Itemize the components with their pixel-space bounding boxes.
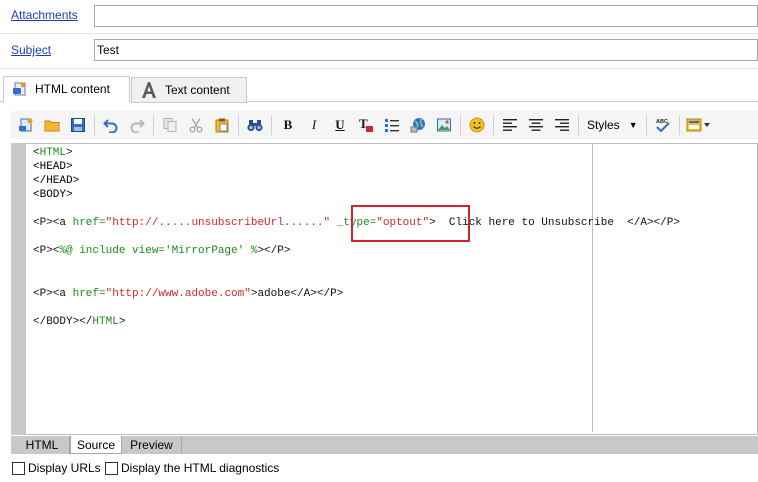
code-token: %@ include view='MirrorPage' % [59, 245, 258, 257]
optout-highlight-box [351, 205, 470, 242]
view-tab-preview[interactable]: Preview [122, 436, 182, 454]
save-icon[interactable] [67, 114, 89, 136]
subject-field[interactable]: Test [94, 39, 758, 61]
code-token: > [118, 316, 126, 328]
code-token: href= [72, 288, 106, 300]
subject-link[interactable]: Subject [11, 43, 51, 57]
code-token: href= [72, 217, 106, 229]
tab-label: Text content [165, 83, 230, 97]
toolbar-separator [645, 115, 647, 135]
code-line-adobe-link: <P><a href="http://www.adobe.com">adobe<… [33, 287, 343, 301]
toolbar-separator [678, 115, 680, 135]
letter-a-icon [140, 81, 158, 99]
divider [0, 33, 758, 34]
tab-label: HTML content [35, 82, 110, 96]
bullet-list-icon[interactable] [381, 114, 403, 136]
align-right-icon[interactable] [551, 114, 573, 136]
underline-button[interactable]: U [329, 114, 351, 136]
editor-split-divider[interactable] [592, 143, 593, 432]
insert-smiley-icon[interactable] [466, 114, 488, 136]
code-line: </HEAD> [33, 175, 80, 187]
toolbar-separator [153, 115, 154, 135]
view-tab-source[interactable]: Source [70, 436, 122, 454]
insert-block-dropdown-icon[interactable] [685, 114, 713, 136]
code-token: <P>< [33, 245, 60, 257]
code-token: "http://.....unsubscribeUrl......" [105, 217, 331, 229]
copy-icon[interactable] [159, 114, 181, 136]
align-center-icon[interactable] [525, 114, 547, 136]
tab-html-content[interactable]: HTML content [3, 76, 130, 102]
toolbar-separator [271, 115, 272, 135]
styles-dropdown[interactable]: Styles ▼ [584, 115, 641, 135]
code-token: ></P> [257, 245, 291, 257]
align-left-icon[interactable] [499, 114, 521, 136]
code-line: <BODY> [33, 189, 73, 201]
text-color-icon[interactable]: T [355, 114, 377, 136]
display-diagnostics-label: Display the HTML diagnostics [121, 461, 280, 475]
new-from-template-icon[interactable] [15, 114, 37, 136]
toolbar-separator [460, 115, 461, 135]
undo-icon[interactable] [100, 114, 122, 136]
cut-icon[interactable] [185, 114, 207, 136]
toolbar-separator [238, 115, 239, 135]
open-folder-icon[interactable] [41, 114, 63, 136]
toolbar-separator [493, 115, 494, 135]
find-binoculars-icon[interactable] [244, 114, 266, 136]
redo-icon[interactable] [126, 114, 148, 136]
chevron-down-icon: ▼ [628, 120, 638, 130]
editor-gutter [11, 143, 26, 435]
italic-button[interactable]: I [303, 114, 325, 136]
insert-link-globe-icon[interactable] [407, 114, 429, 136]
editor-toolbar: B I U T Styles ▼ ABC [11, 111, 758, 139]
toolbar-separator [94, 115, 95, 135]
divider [0, 68, 758, 69]
code-line-mirror-page: <P><%@ include view='MirrorPage' %></P> [33, 244, 290, 258]
spellcheck-icon[interactable]: ABC [652, 114, 674, 136]
bold-button[interactable]: B [277, 114, 299, 136]
code-token: "http://www.adobe.com" [105, 288, 251, 300]
code-line: <HEAD> [33, 161, 73, 173]
display-diagnostics-checkbox[interactable] [105, 461, 118, 475]
styles-label: Styles [587, 118, 620, 132]
code-line: <HTML> [33, 147, 73, 159]
display-urls-checkbox[interactable] [12, 461, 25, 475]
code-token: <P><a [33, 217, 73, 229]
toolbar-separator [578, 115, 579, 135]
display-urls-label: Display URLs [28, 461, 101, 475]
tab-text-content[interactable]: Text content [131, 77, 247, 103]
insert-image-icon[interactable] [433, 114, 455, 136]
code-token: HTML [92, 316, 119, 328]
attachments-field[interactable] [94, 5, 758, 27]
html-doc-icon [12, 81, 28, 97]
display-urls-option[interactable]: Display URLs [12, 461, 101, 475]
code-token: >adobe</A></P> [250, 288, 344, 300]
view-tab-html[interactable]: HTML [15, 436, 70, 454]
attachments-link[interactable]: Attachments [11, 8, 78, 22]
svg-text:ABC: ABC [656, 119, 668, 125]
display-diagnostics-option[interactable]: Display the HTML diagnostics [105, 461, 279, 475]
code-line: </BODY></HTML> [33, 315, 125, 329]
paste-icon[interactable] [211, 114, 233, 136]
code-token: <P><a [33, 288, 73, 300]
code-token: </BODY></ [33, 316, 93, 328]
